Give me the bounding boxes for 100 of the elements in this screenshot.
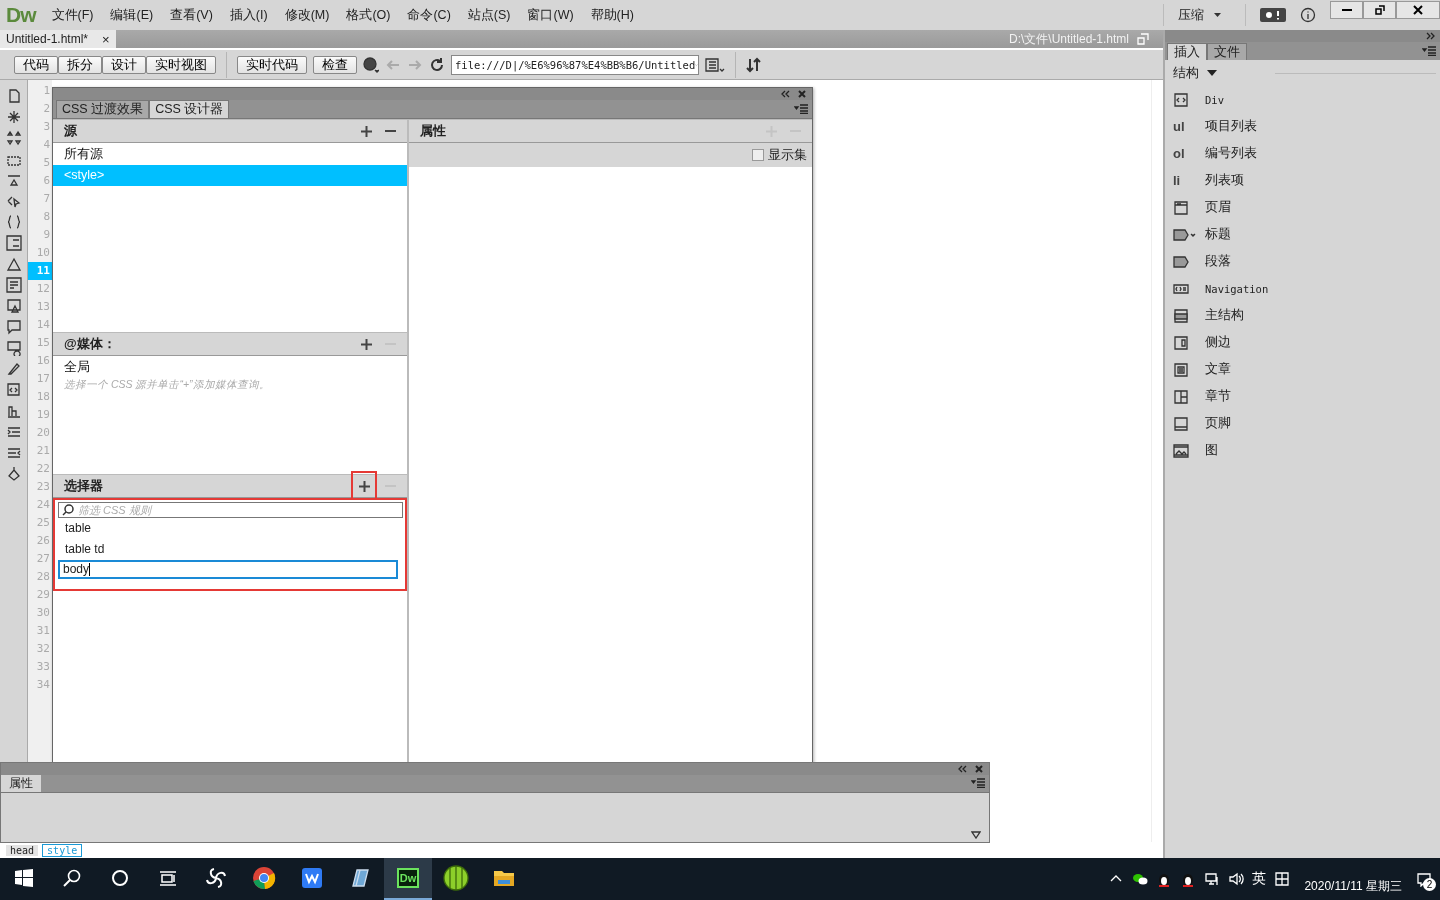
selector-input[interactable]: body xyxy=(58,560,398,579)
brush-icon[interactable] xyxy=(5,361,22,377)
input-language[interactable]: 英 xyxy=(1252,870,1267,888)
insert-item[interactable]: li 列表项 xyxy=(1165,167,1440,194)
insert-item[interactable]: Navigation xyxy=(1165,275,1440,302)
insert-item[interactable]: 侧边 xyxy=(1165,329,1440,356)
refresh-icon[interactable] xyxy=(429,56,445,73)
indent-icon[interactable] xyxy=(5,424,22,440)
checkbox[interactable] xyxy=(752,149,764,161)
insert-item[interactable]: 文章 xyxy=(1165,356,1440,383)
outdent-icon[interactable] xyxy=(5,445,22,461)
info-icon[interactable] xyxy=(1300,7,1316,23)
tag-chip[interactable]: head xyxy=(6,844,39,856)
line-number: 23 xyxy=(35,479,51,495)
line-number: 22 xyxy=(35,461,51,477)
line-number: 3 xyxy=(42,119,51,135)
header-icon xyxy=(1173,199,1189,216)
media-item[interactable]: 全局 xyxy=(53,357,407,378)
view-button[interactable]: 实时视图 xyxy=(146,55,216,74)
insert-item[interactable]: 标题 xyxy=(1165,221,1440,248)
panel-menu-icon[interactable] xyxy=(794,103,808,114)
tag-glyph: li xyxy=(1173,173,1181,188)
close-button[interactable] xyxy=(1396,1,1440,19)
asterisk-icon[interactable] xyxy=(5,109,22,125)
line-number: 25 xyxy=(35,515,51,531)
minimize-button[interactable] xyxy=(1330,1,1363,19)
expand-icon[interactable] xyxy=(971,831,981,839)
line-number: 20 xyxy=(35,425,51,441)
notification-icon[interactable] xyxy=(1416,871,1432,887)
taskbar-app[interactable]: Dw xyxy=(384,858,432,900)
insert-item[interactable]: Div xyxy=(1165,86,1440,113)
selector-item[interactable]: table td xyxy=(58,539,403,560)
insert-item[interactable]: 主结构 xyxy=(1165,302,1440,329)
insert-item[interactable]: 页眉 xyxy=(1165,194,1440,221)
tab-title: Untitled-1.html* xyxy=(6,32,89,46)
panel-menu-icon[interactable] xyxy=(1422,45,1436,56)
menu-item[interactable]: 站点(S) xyxy=(467,6,511,24)
line-number: 30 xyxy=(35,605,51,621)
warning-icon[interactable] xyxy=(5,256,22,272)
grid-icon[interactable] xyxy=(1274,871,1291,887)
chat-icon[interactable] xyxy=(1132,871,1149,887)
insert-item[interactable]: ul 项目列表 xyxy=(1165,113,1440,140)
panel-tab[interactable]: 属性 xyxy=(1,775,41,792)
comment-icon[interactable] xyxy=(5,319,22,335)
comment-remove-icon[interactable] xyxy=(5,340,22,356)
caret-icon[interactable] xyxy=(1207,70,1217,76)
insert-item[interactable]: 章节 xyxy=(1165,383,1440,410)
menu-item[interactable]: 编辑(E) xyxy=(110,6,154,24)
aside-icon xyxy=(1173,334,1189,351)
network-icon[interactable] xyxy=(1204,871,1221,887)
clock-date[interactable]: 2020/11/11 星期三 xyxy=(1304,877,1402,895)
workspace-switcher[interactable]: 压缩 xyxy=(1163,4,1246,26)
expand-icon[interactable] xyxy=(5,130,22,146)
insert-item[interactable]: ol 编号列表 xyxy=(1165,140,1440,167)
chart-icon[interactable] xyxy=(5,403,22,419)
menu-item[interactable]: 命令(C) xyxy=(407,6,451,24)
restore-button[interactable] xyxy=(1363,1,1396,19)
settings-alert-icon[interactable] xyxy=(1260,8,1286,22)
ball-icon xyxy=(443,865,469,891)
arrows-icon[interactable] xyxy=(5,172,22,188)
panel-tab[interactable]: CSS 过渡效果 xyxy=(56,100,150,118)
menu-item[interactable]: 修改(M) xyxy=(284,6,330,24)
insert-item[interactable]: 页脚 xyxy=(1165,410,1440,437)
insert-item[interactable]: 段落 xyxy=(1165,248,1440,275)
view-button[interactable]: 设计 xyxy=(102,55,146,74)
close-tab-button[interactable]: × xyxy=(102,31,110,47)
menu-item[interactable]: 窗口(W) xyxy=(527,6,574,24)
numbered-list-icon[interactable] xyxy=(5,235,22,251)
wrap-icon[interactable] xyxy=(5,277,22,293)
scrollbar[interactable] xyxy=(1151,80,1163,842)
menu-item[interactable]: 查看(V) xyxy=(170,6,213,24)
line-number: 10 xyxy=(35,245,51,261)
braces-icon[interactable] xyxy=(5,214,22,230)
source-item[interactable]: 所有源 xyxy=(53,144,407,165)
document-tab[interactable]: Untitled-1.html* × xyxy=(0,30,116,48)
volume-icon[interactable] xyxy=(1228,871,1245,887)
add-button[interactable] xyxy=(353,473,375,499)
view-button[interactable]: 代码 xyxy=(14,55,58,74)
selector-item[interactable]: table xyxy=(58,518,403,539)
menu-item[interactable]: 文件(F) xyxy=(51,6,94,24)
list-options-icon[interactable] xyxy=(705,56,725,73)
category-dropdown[interactable]: 结构 xyxy=(1173,64,1199,82)
panel-tab[interactable]: CSS 设计器 xyxy=(149,100,230,118)
menu-item[interactable]: 格式(O) xyxy=(346,6,391,24)
close-icon xyxy=(1413,5,1423,15)
panel-tab[interactable]: 插入 xyxy=(1167,43,1207,60)
toolbar-button[interactable]: 检查 xyxy=(313,55,357,74)
address-field[interactable]: file:///D|/%E6%96%87%E4%BB%B6/Untitled xyxy=(451,54,699,75)
menu-item[interactable]: 插入(I) xyxy=(229,6,268,24)
code-box-icon[interactable] xyxy=(5,382,22,398)
globe-icon[interactable] xyxy=(363,56,379,73)
menu-item[interactable]: 帮助(H) xyxy=(590,6,634,24)
line-number: 31 xyxy=(35,623,51,639)
insert-item[interactable]: 图 xyxy=(1165,437,1440,464)
panel-tab[interactable]: 文件 xyxy=(1207,43,1247,60)
line-number: 4 xyxy=(42,137,51,153)
panel-menu-icon[interactable] xyxy=(971,778,985,788)
toolbar-button[interactable]: 实时代码 xyxy=(237,55,307,74)
image-warning-icon[interactable] xyxy=(5,298,22,314)
view-button[interactable]: 拆分 xyxy=(58,55,102,74)
